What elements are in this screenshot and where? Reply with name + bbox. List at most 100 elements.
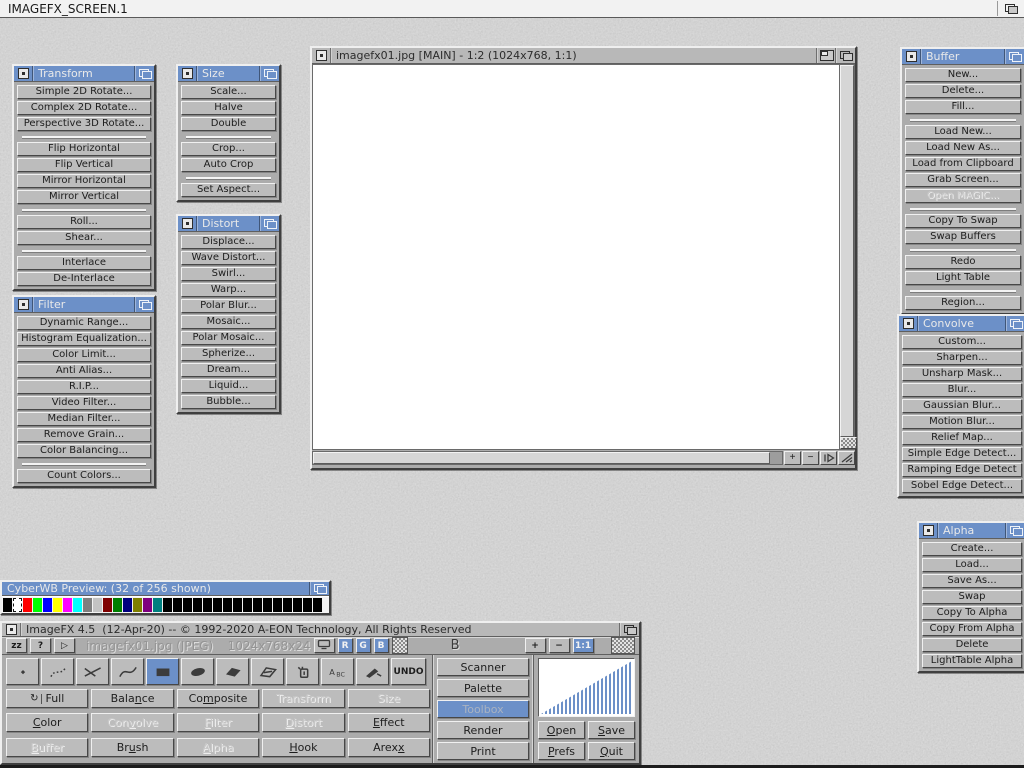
blue-channel-toggle[interactable]: B (374, 638, 389, 653)
size-titlebar[interactable]: Size (178, 66, 279, 82)
panel-button[interactable]: Save As... (922, 574, 1022, 588)
panel-button[interactable]: Load New As... (905, 141, 1021, 155)
panel-button[interactable]: Liquid... (181, 379, 276, 393)
depth-icon[interactable] (310, 582, 329, 595)
panel-button[interactable]: Count Colors... (17, 469, 151, 483)
polygon-tool[interactable] (216, 658, 249, 685)
panel-button[interactable]: New... (905, 68, 1021, 82)
balance-button[interactable]: Balance (91, 689, 173, 708)
panel-button[interactable]: LightTable Alpha (922, 654, 1022, 668)
palette-swatch[interactable] (273, 598, 282, 612)
pan-icon[interactable] (820, 451, 837, 465)
box-tool[interactable] (146, 658, 179, 685)
palette-swatch[interactable] (73, 598, 82, 612)
convolve-button[interactable]: Convolve (91, 713, 173, 732)
view-zoom-out-button[interactable]: − (549, 638, 570, 653)
undo-button[interactable]: UNDO (391, 658, 426, 685)
size-button[interactable]: Size (348, 689, 430, 708)
ellipse-tool[interactable] (181, 658, 214, 685)
airbrush-tool[interactable] (356, 658, 389, 685)
close-icon[interactable] (312, 48, 331, 63)
panel-button[interactable]: Mirror Horizontal (17, 174, 151, 188)
panel-button[interactable]: Video Filter... (17, 396, 151, 410)
panel-button[interactable]: Motion Blur... (902, 415, 1022, 429)
panel-button[interactable]: Double (181, 117, 276, 131)
panel-button[interactable]: Swirl... (181, 267, 276, 281)
palette-swatch[interactable] (93, 598, 102, 612)
panel-button[interactable]: Delete... (905, 84, 1021, 98)
screen-depth-gadget[interactable] (997, 1, 1024, 16)
toolbox-button[interactable]: Toolbox (437, 700, 529, 718)
panel-button[interactable]: Copy From Alpha (922, 622, 1022, 636)
panel-button[interactable]: De-Interlace (17, 272, 151, 286)
screen-titlebar[interactable]: IMAGEFX_SCREEN.1 (0, 0, 1024, 18)
distort-button[interactable]: Distort (262, 713, 344, 732)
panel-button[interactable]: Copy To Swap (905, 214, 1021, 228)
prefs-button[interactable]: Prefs (538, 742, 585, 760)
palette-swatch[interactable] (183, 598, 192, 612)
palette-titlebar[interactable]: CyberWB Preview: (32 of 256 shown) (2, 582, 329, 596)
palette-swatch[interactable] (43, 598, 52, 612)
color-button[interactable]: Color (6, 713, 88, 732)
dot-tool[interactable] (6, 658, 39, 685)
palette-swatch[interactable] (133, 598, 142, 612)
overview-icon[interactable] (840, 437, 857, 449)
palette-swatch[interactable] (123, 598, 132, 612)
main-window-titlebar[interactable]: imagefx01.jpg [MAIN] - 1:2 (1024x768, 1:… (312, 48, 855, 64)
palette-swatch[interactable] (233, 598, 242, 612)
panel-button[interactable]: Create... (922, 542, 1022, 556)
palette-swatch[interactable] (63, 598, 72, 612)
palette-swatch[interactable] (173, 598, 182, 612)
resize-icon[interactable] (838, 451, 855, 465)
depth-icon[interactable] (836, 48, 855, 63)
depth-icon[interactable] (620, 623, 639, 636)
palette-swatch[interactable] (243, 598, 252, 612)
depth-icon[interactable] (135, 297, 154, 312)
panel-button[interactable]: Color Limit... (17, 348, 151, 362)
panel-button[interactable]: Flip Horizontal (17, 142, 151, 156)
palette-swatch[interactable] (23, 598, 32, 612)
vertical-scrollbar[interactable] (839, 64, 855, 450)
freehand-tool[interactable] (41, 658, 74, 685)
palette-swatch[interactable] (13, 598, 22, 612)
convolve-titlebar[interactable]: Convolve (899, 316, 1024, 332)
panel-button[interactable]: Warp... (181, 283, 276, 297)
depth-icon[interactable] (260, 66, 279, 81)
line-tool[interactable] (76, 658, 109, 685)
palette-swatch[interactable] (213, 598, 222, 612)
panel-button[interactable]: Blur... (902, 383, 1022, 397)
alpha-button[interactable]: Alpha (177, 738, 259, 757)
panel-button[interactable]: Mosaic... (181, 315, 276, 329)
zoom-in-button[interactable]: + (784, 451, 801, 465)
outline-polygon-tool[interactable] (251, 658, 284, 685)
dither-pattern-icon[interactable] (392, 637, 408, 654)
full-button[interactable]: ↻Full (6, 689, 88, 708)
green-channel-toggle[interactable]: G (356, 638, 371, 653)
panel-button[interactable]: Perspective 3D Rotate... (17, 117, 151, 131)
panel-button[interactable]: Color Balancing... (17, 444, 151, 458)
composite-button[interactable]: Composite (177, 689, 259, 708)
panel-button[interactable]: Scale... (181, 85, 276, 99)
palette-swatch[interactable] (33, 598, 42, 612)
palette-swatch[interactable] (153, 598, 162, 612)
close-icon[interactable] (2, 623, 21, 636)
vertical-scroll-knob[interactable] (840, 65, 854, 437)
panel-button[interactable]: Sobel Edge Detect... (902, 479, 1022, 493)
depth-icon[interactable] (135, 66, 154, 81)
panel-button[interactable]: Light Table (905, 271, 1021, 285)
panel-button[interactable]: Polar Blur... (181, 299, 276, 313)
palette-swatch[interactable] (223, 598, 232, 612)
palette-swatch[interactable] (293, 598, 302, 612)
close-icon[interactable] (14, 297, 33, 312)
palette-swatch[interactable] (313, 598, 322, 612)
palette-swatch[interactable] (263, 598, 272, 612)
run-macro-button[interactable]: ▷ (54, 638, 75, 653)
depth-icon[interactable] (1005, 49, 1024, 64)
brush-button[interactable]: Brush (91, 738, 173, 757)
panel-button[interactable]: Load from Clipboard (905, 157, 1021, 171)
panel-button[interactable]: Copy To Alpha (922, 606, 1022, 620)
palette-swatch[interactable] (143, 598, 152, 612)
panel-button[interactable]: Fill... (905, 100, 1021, 114)
panel-button[interactable]: Wave Distort... (181, 251, 276, 265)
red-channel-toggle[interactable]: R (338, 638, 353, 653)
